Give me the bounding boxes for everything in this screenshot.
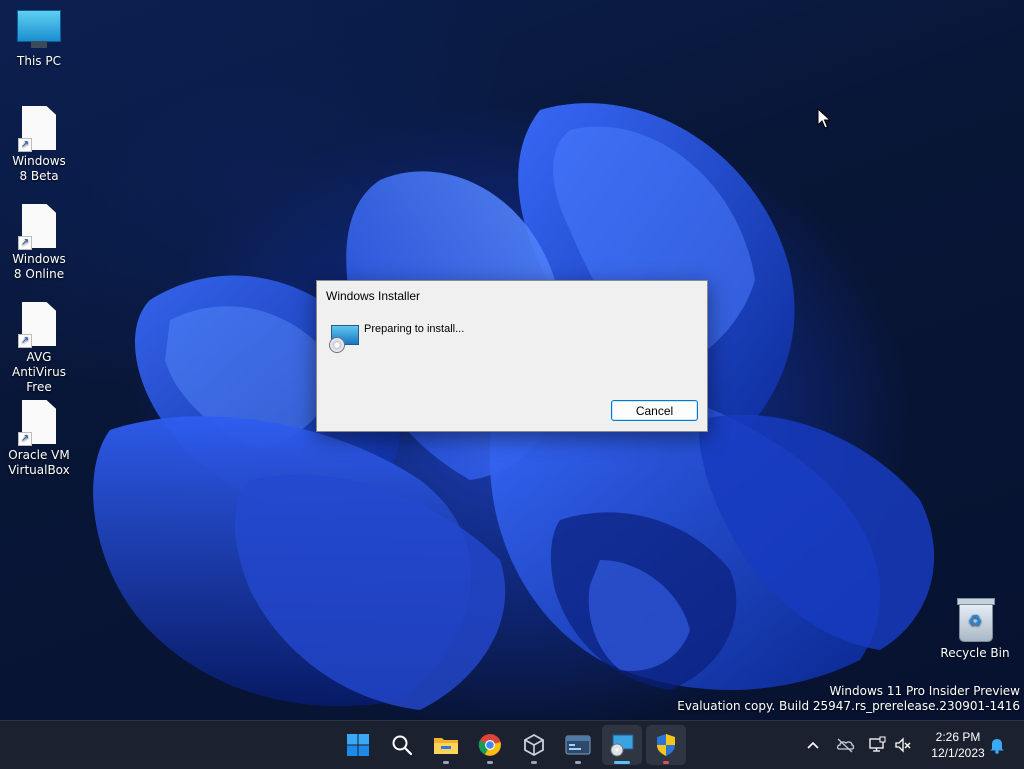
notification-bell-icon[interactable] — [987, 735, 1007, 755]
folder-icon — [434, 738, 458, 754]
terminal-icon — [565, 735, 591, 755]
taskbar-virtualbox-button[interactable] — [514, 725, 554, 765]
desktop-icon-label: Windows 8 Online — [12, 252, 66, 281]
desktop-icon-avg-antivirus[interactable]: ↗ AVG AntiVirus Free — [0, 302, 78, 395]
tray-date: 12/1/2023 — [931, 746, 985, 760]
desktop-icon-recycle-bin[interactable]: ♻ Recycle Bin — [936, 598, 1014, 661]
document-shortcut-icon: ↗ — [18, 106, 56, 152]
desktop-icon-label: Windows 8 Beta — [12, 154, 66, 183]
desktop-icon-this-pc[interactable]: This PC — [0, 10, 78, 69]
watermark-line-1: Windows 11 Pro Insider Preview — [829, 684, 1020, 698]
dialog-message: Preparing to install... — [364, 323, 465, 335]
installer-icon — [329, 325, 359, 353]
mouse-cursor-icon — [817, 108, 831, 129]
tray-clock[interactable]: 2:26 PM 12/1/2023 — [920, 729, 996, 761]
speaker-muted-icon[interactable] — [893, 735, 913, 755]
recycle-bin-icon: ♻ — [957, 598, 995, 642]
tray-time: 2:26 PM — [935, 730, 981, 744]
chrome-icon — [478, 734, 501, 756]
windows-logo-icon — [347, 734, 369, 756]
document-shortcut-icon: ↗ — [18, 400, 56, 446]
desktop-icon-windows-8-beta[interactable]: ↗ Windows 8 Beta — [0, 106, 78, 184]
evaluation-watermark: Windows 11 Pro Insider Preview Evaluatio… — [677, 684, 1020, 714]
taskbar-terminal-button[interactable] — [558, 725, 598, 765]
network-icon[interactable] — [867, 735, 887, 755]
desktop-icon-windows-8-online[interactable]: ↗ Windows 8 Online — [0, 204, 78, 282]
shield-icon — [657, 734, 675, 756]
watermark-line-2: Evaluation copy. Build 25947.rs_prerelea… — [677, 699, 1020, 713]
taskbar-chrome-button[interactable] — [470, 725, 510, 765]
taskbar-security-button[interactable] — [646, 725, 686, 765]
taskbar: 2:26 PM 12/1/2023 — [0, 720, 1024, 769]
desktop: This PC ↗ Windows 8 Beta ↗ Windows 8 Onl… — [0, 0, 1024, 720]
desktop-icon-label: This PC — [17, 54, 61, 68]
taskbar-file-explorer-button[interactable] — [426, 725, 466, 765]
taskbar-installer-button[interactable] — [602, 725, 642, 765]
onedrive-icon[interactable] — [835, 735, 855, 755]
desktop-icon-virtualbox[interactable]: ↗ Oracle VM VirtualBox — [0, 400, 78, 478]
installer-icon — [610, 734, 634, 757]
this-pc-icon — [17, 10, 61, 50]
chevron-up-icon[interactable] — [803, 735, 823, 755]
taskbar-start-button[interactable] — [338, 725, 378, 765]
desktop-icon-label: AVG AntiVirus Free — [12, 350, 66, 394]
document-shortcut-icon: ↗ — [18, 204, 56, 250]
desktop-icon-label: Oracle VM VirtualBox — [8, 448, 70, 477]
dialog-title: Windows Installer — [326, 289, 421, 303]
desktop-icon-label: Recycle Bin — [940, 646, 1010, 660]
cancel-button[interactable]: Cancel — [611, 400, 698, 421]
search-icon — [392, 735, 413, 756]
taskbar-search-button[interactable] — [382, 725, 422, 765]
windows-installer-dialog: Windows Installer Preparing to install..… — [316, 280, 708, 432]
virtualbox-icon — [524, 733, 544, 757]
document-shortcut-icon: ↗ — [18, 302, 56, 348]
